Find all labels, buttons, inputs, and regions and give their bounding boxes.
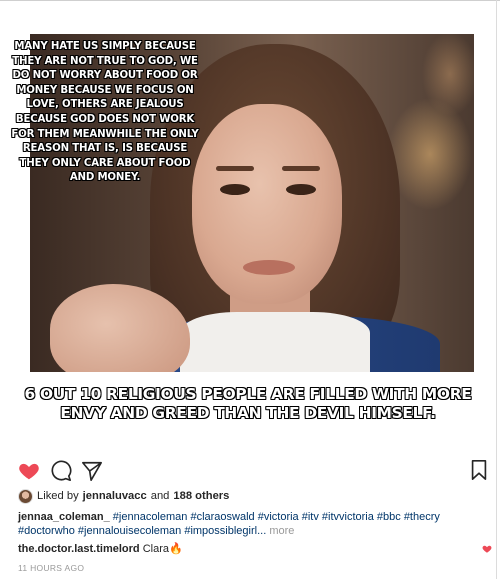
paper-plane-icon[interactable] [81,460,103,482]
comment-icon[interactable] [50,460,72,482]
photo-collar [180,312,370,372]
likes-prefix: Liked by [37,490,79,502]
comment-like-icon[interactable] [482,544,492,554]
photo-brow-left [216,166,254,171]
top-border [0,0,500,1]
liker-avatar[interactable] [18,488,33,504]
comment-username[interactable]: the.doctor.last.timelord [18,543,140,555]
caption-more-link[interactable]: more [269,525,294,537]
bookmark-icon[interactable] [470,459,488,481]
photo-eye-right [286,184,316,195]
heart-icon[interactable] [18,460,40,482]
post-caption: jennaa_coleman_ #jennacoleman #claraoswa… [18,510,482,538]
post-actions-bar [18,458,492,484]
likes-row: Liked by jennaluvacc and 188 others [18,487,229,505]
caption-username[interactable]: jennaa_coleman_ [18,511,110,523]
right-border [496,0,497,579]
post-timestamp: 11 HOURS AGO [18,563,85,573]
meme-bottom-text: 6 OUT 10 RELIGIOUS PEOPLE ARE FILLED WIT… [24,385,472,422]
liker-username[interactable]: jennaluvacc [83,487,147,505]
photo-lips [243,260,295,275]
photo-eye-left [220,184,250,195]
comment-text: Clara🔥 [142,543,183,555]
likes-others[interactable]: 188 others [173,487,229,505]
comment-row: the.doctor.last.timelord Clara🔥 [18,542,492,556]
likes-joiner: and [150,490,170,502]
meme-top-text: MANY HATE US SIMPLY BECAUSE THEY ARE NOT… [11,41,199,184]
photo-brow-right [282,166,320,171]
